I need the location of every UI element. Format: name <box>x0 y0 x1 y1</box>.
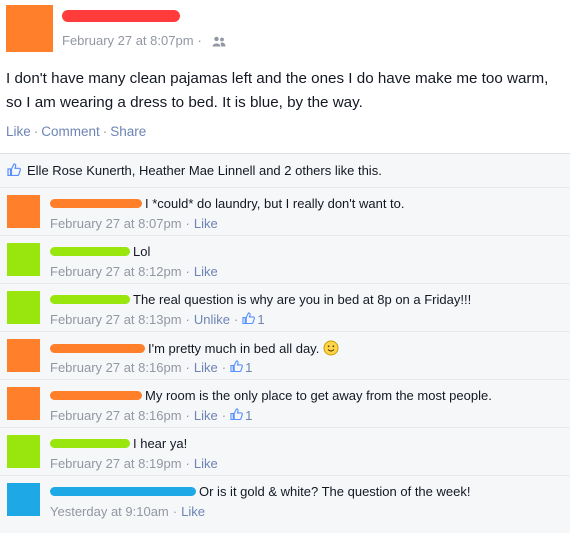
thumbs-up-icon[interactable] <box>230 360 244 375</box>
commenter-name-redacted[interactable] <box>50 199 142 208</box>
like-link[interactable]: Like <box>194 360 218 375</box>
post-author-avatar[interactable] <box>6 5 53 52</box>
commenter-avatar[interactable] <box>7 243 40 276</box>
comment-body: I *could* do laundry, but I really don't… <box>50 196 405 211</box>
comment-timestamp[interactable]: February 27 at 8:16pm <box>50 408 182 423</box>
like-link[interactable]: Like <box>181 504 205 519</box>
commenter-avatar[interactable] <box>7 195 40 228</box>
comment-item: I *could* do laundry, but I really don't… <box>0 187 570 236</box>
redaction-scribble <box>62 10 180 22</box>
meta-separator: · <box>221 408 227 423</box>
comment-timestamp[interactable]: February 27 at 8:07pm <box>50 216 182 231</box>
like-link[interactable]: Like <box>194 264 218 279</box>
commenter-name-redacted[interactable] <box>50 391 142 400</box>
comment-text: My room is the only place to get away fr… <box>145 388 492 403</box>
post-author-name-redacted[interactable] <box>62 8 180 22</box>
action-separator: · <box>102 124 108 139</box>
comment-timestamp[interactable]: February 27 at 8:12pm <box>50 264 182 279</box>
post-text: I don't have many clean pajamas left and… <box>6 70 549 111</box>
comment-meta: February 27 at 8:13pm · Unlike · 1 <box>50 312 265 327</box>
unlike-link[interactable]: Unlike <box>194 312 230 327</box>
likes-summary: Elle Rose Kunerth, Heather Mae Linnell a… <box>0 154 570 187</box>
comment-body: My room is the only place to get away fr… <box>50 388 492 403</box>
thumbs-up-icon <box>7 162 21 179</box>
meta-separator: · <box>185 216 190 231</box>
commenter-avatar[interactable] <box>7 387 40 420</box>
comment-like-count[interactable]: 1 <box>245 360 252 375</box>
comment-body: Lol <box>50 244 150 259</box>
commenter-name-redacted[interactable] <box>50 247 130 256</box>
commenter-avatar[interactable] <box>7 483 40 516</box>
comment-item: I'm pretty much in bed all day. February … <box>0 331 570 380</box>
meta-separator: · <box>185 312 190 327</box>
like-link[interactable]: Like <box>194 408 218 423</box>
commenter-name-redacted[interactable] <box>50 439 130 448</box>
thumbs-up-icon[interactable] <box>242 312 256 327</box>
meta-separator: · <box>185 264 190 279</box>
friends-icon[interactable] <box>212 35 226 47</box>
meta-separator: · <box>185 456 190 471</box>
comment-meta: February 27 at 8:12pm · Like <box>50 264 218 279</box>
commenter-avatar[interactable] <box>7 291 40 324</box>
comment-like-count[interactable]: 1 <box>257 312 264 327</box>
commenter-name-redacted[interactable] <box>50 487 196 496</box>
like-link[interactable]: Like <box>194 216 218 231</box>
thumbs-up-icon[interactable] <box>230 408 244 423</box>
comment-body: I hear ya! <box>50 436 187 451</box>
like-link[interactable]: Like <box>194 456 218 471</box>
comment-meta: February 27 at 8:07pm · Like <box>50 216 218 231</box>
comment-item: The real question is why are you in bed … <box>0 283 570 332</box>
comment-text: Lol <box>133 244 151 259</box>
meta-separator: · <box>172 504 178 519</box>
smiley-icon <box>323 340 339 356</box>
comment-meta: February 27 at 8:16pm · Like · 1 <box>50 408 252 423</box>
comment-timestamp[interactable]: February 27 at 8:19pm <box>50 456 182 471</box>
comment-item: I hear ya! February 27 at 8:19pm · Like <box>0 427 570 476</box>
commenter-name-redacted[interactable] <box>50 343 145 353</box>
comment-meta: Yesterday at 9:10am · Like <box>50 504 205 519</box>
comment-text: Or is it gold & white? The question of t… <box>199 484 471 499</box>
post: February 27 at 8:07pm · I don't have man… <box>0 0 570 153</box>
meta-separator: · <box>197 33 202 48</box>
comment-text: I hear ya! <box>133 436 188 451</box>
commenter-avatar[interactable] <box>7 339 40 372</box>
commenter-avatar[interactable] <box>7 435 40 468</box>
comments-section: Elle Rose Kunerth, Heather Mae Linnell a… <box>0 153 570 533</box>
comment-link[interactable]: Comment <box>41 124 100 139</box>
commenter-name-redacted[interactable] <box>50 295 130 304</box>
comment-like-count[interactable]: 1 <box>245 408 252 423</box>
comment-text: I'm pretty much in bed all day. <box>148 340 320 356</box>
comment-meta: February 27 at 8:19pm · Like <box>50 456 218 471</box>
meta-separator: · <box>221 360 227 375</box>
post-timestamp[interactable]: February 27 at 8:07pm <box>62 33 194 48</box>
comment-timestamp[interactable]: February 27 at 8:16pm <box>50 360 182 375</box>
share-link[interactable]: Share <box>110 124 146 139</box>
action-separator: · <box>33 124 39 139</box>
comment-text: The real question is why are you in bed … <box>133 292 472 307</box>
comment-text: I *could* do laundry, but I really don't… <box>145 196 405 211</box>
like-link[interactable]: Like <box>6 124 31 139</box>
comment-meta: February 27 at 8:16pm · Like · 1 <box>50 360 252 375</box>
comment-timestamp[interactable]: February 27 at 8:13pm <box>50 312 182 327</box>
comment-timestamp[interactable]: Yesterday at 9:10am <box>50 504 169 519</box>
comment-body: Or is it gold & white? The question of t… <box>50 484 470 499</box>
meta-separator: · <box>185 360 190 375</box>
meta-separator: · <box>185 408 190 423</box>
likes-text[interactable]: Elle Rose Kunerth, Heather Mae Linnell a… <box>27 163 382 178</box>
meta-separator: · <box>234 312 239 327</box>
post-actions: Like · Comment · Share <box>6 124 146 139</box>
comment-item: My room is the only place to get away fr… <box>0 379 570 428</box>
comment-item: Or is it gold & white? The question of t… <box>0 475 570 524</box>
post-meta: February 27 at 8:07pm · <box>62 33 226 48</box>
comment-body: The real question is why are you in bed … <box>50 292 471 307</box>
comment-item: Lol February 27 at 8:12pm · Like <box>0 235 570 284</box>
comment-body: I'm pretty much in bed all day. <box>50 340 339 356</box>
